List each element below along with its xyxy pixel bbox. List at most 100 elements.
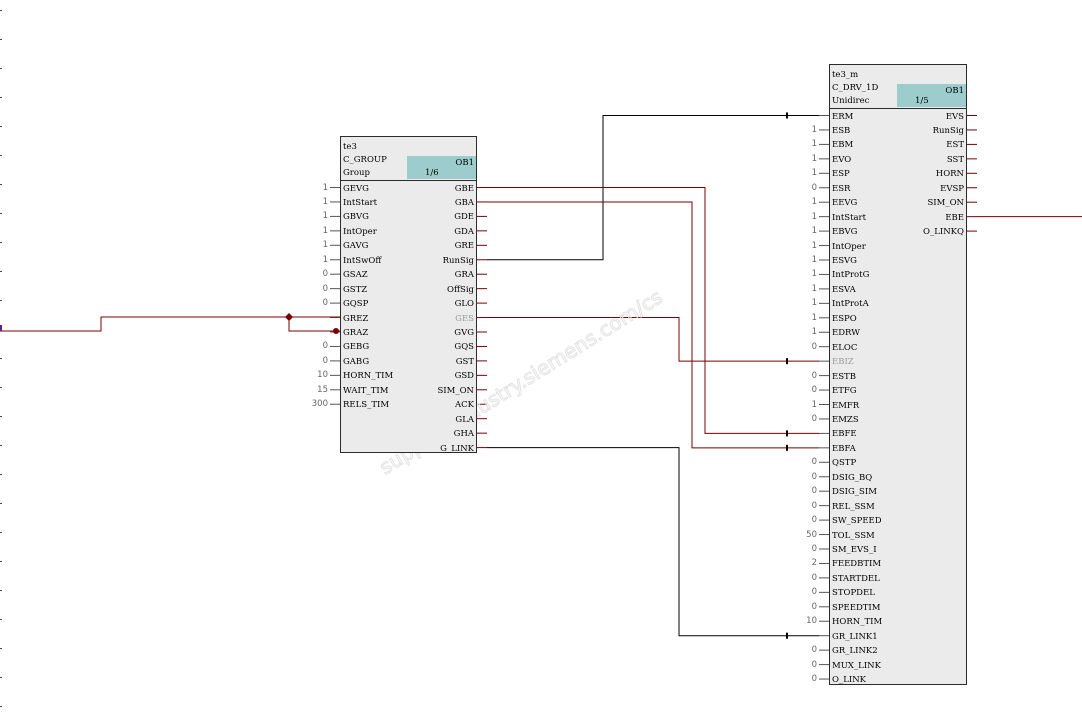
function-block-te3[interactable]: te3 C_GROUP Group OB1 1/6 GEVG IntStart GB… [340,136,477,456]
input-pin-gstz[interactable]: GSTZ [343,283,367,297]
pin-value[interactable]: 1 [777,123,817,137]
input-pin-intprotg[interactable]: IntProtG [832,268,869,282]
input-pin-wait-tim[interactable]: WAIT_TIM [343,384,388,398]
output-pin-gra[interactable]: GRA [455,268,474,282]
input-pin-intoper[interactable]: IntOper [832,240,866,254]
input-pin-intprota[interactable]: IntProtA [832,297,869,311]
input-pin-gevg[interactable]: GEVG [343,182,369,196]
input-pin-ebfa[interactable]: EBFA [832,442,856,456]
pin-value[interactable]: 1 [777,253,817,267]
pin-value[interactable]: 0 [777,412,817,426]
output-pin-horn[interactable]: HORN [936,167,964,181]
pin-value[interactable]: 1 [288,195,328,209]
pin-value[interactable]: 1 [288,253,328,267]
input-pin-mux-link[interactable]: MUX_LINK [832,659,881,673]
pin-value[interactable]: 1 [288,181,328,195]
input-pin-erm[interactable]: ERM [832,110,853,124]
pin-value[interactable]: 0 [777,369,817,383]
input-pin-intstart[interactable]: IntStart [832,211,866,225]
output-pin-runsig[interactable]: RunSig [933,124,964,138]
pin-value[interactable]: 0 [777,484,817,498]
input-pin-graz[interactable]: GRAZ [343,326,368,340]
pin-value[interactable]: 50 [777,528,817,542]
input-pin-gsaz[interactable]: GSAZ [343,268,368,282]
input-pin-stopdel[interactable]: STOPDEL [832,586,875,600]
pin-value[interactable]: 0 [288,296,328,310]
input-pin-qstp[interactable]: QSTP [832,456,856,470]
output-pin-ebe[interactable]: EBE [945,211,964,225]
pin-value[interactable]: 300 [288,397,328,411]
pin-value[interactable]: 0 [288,282,328,296]
pin-value[interactable]: 10 [777,614,817,628]
output-pin-g-link[interactable]: G_LINK [440,442,474,456]
input-pin-dsig-bq[interactable]: DSIG_BQ [832,471,872,485]
input-pin-dsig-sim[interactable]: DSIG_SIM [832,485,877,499]
pin-value[interactable]: 1 [777,210,817,224]
pin-value[interactable]: 0 [288,354,328,368]
input-pin-intstart[interactable]: IntStart [343,196,377,210]
input-pin-gebg[interactable]: GEBG [343,340,369,354]
input-pin-espo[interactable]: ESPO [832,312,857,326]
input-pin-horn-tim[interactable]: HORN_TIM [832,615,882,629]
pin-value[interactable]: 0 [777,585,817,599]
input-pin-edrw[interactable]: EDRW [832,326,860,340]
output-pin-glo[interactable]: GLO [455,297,474,311]
input-pin-grez[interactable]: GREZ [343,312,368,326]
pin-value[interactable]: 1 [777,137,817,151]
input-pin-gr-link2[interactable]: GR_LINK2 [832,644,878,658]
pin-value[interactable]: 1 [777,325,817,339]
output-pin-gbe[interactable]: GBE [455,182,474,196]
output-pin-gda[interactable]: GDA [454,225,474,239]
input-pin-esr[interactable]: ESR [832,182,850,196]
input-pin-esp[interactable]: ESP [832,167,850,181]
pin-value[interactable]: 0 [777,181,817,195]
pin-value[interactable]: 1 [288,238,328,252]
output-pin-gvg[interactable]: GVG [454,326,474,340]
pin-value[interactable]: 0 [777,470,817,484]
output-pin-gsd[interactable]: GSD [455,369,474,383]
output-pin-offsig[interactable]: OffSig [447,283,474,297]
input-pin-rels-tim[interactable]: RELS_TIM [343,398,389,412]
input-pin-esb[interactable]: ESB [832,124,850,138]
runtime-group-field[interactable]: OB1 1/6 [407,156,476,179]
input-pin-gqsp[interactable]: GQSP [343,297,368,311]
input-pin-estb[interactable]: ESTB [832,370,856,384]
input-pin-esvg[interactable]: ESVG [832,254,857,268]
output-pin-gqs[interactable]: GQS [454,340,474,354]
pin-value[interactable]: 0 [777,672,817,686]
input-pin-sw-speed[interactable]: SW_SPEED [832,514,882,528]
output-pin-sim-on[interactable]: SIM_ON [927,196,964,210]
pin-value[interactable]: 0 [288,339,328,353]
input-pin-horn-tim[interactable]: HORN_TIM [343,369,393,383]
input-pin-intoper[interactable]: IntOper [343,225,377,239]
pin-value[interactable]: 0 [777,658,817,672]
input-pin-ebfe[interactable]: EBFE [832,427,857,441]
input-pin-eloc[interactable]: ELOC [832,341,857,355]
pin-value[interactable]: 1 [777,296,817,310]
output-pin-gre[interactable]: GRE [455,239,474,253]
pin-value[interactable]: 0 [777,499,817,513]
input-pin-speedtim[interactable]: SPEEDTIM [832,601,881,615]
output-pin-gla[interactable]: GLA [455,413,474,427]
input-pin-gavg[interactable]: GAVG [343,239,368,253]
input-pin-ebm[interactable]: EBM [832,138,853,152]
input-pin-eevg[interactable]: EEVG [832,196,857,210]
pin-value[interactable]: 15 [288,383,328,397]
output-pin-gha[interactable]: GHA [454,427,474,441]
input-pin-gr-link1[interactable]: GR_LINK1 [832,630,878,644]
pin-value[interactable]: 0 [777,383,817,397]
input-pin-ebiz[interactable]: EBIZ [832,355,854,369]
input-pin-intswoff[interactable]: IntSwOff [343,254,381,268]
pin-value[interactable]: 0 [288,267,328,281]
input-pin-gabg[interactable]: GABG [343,355,369,369]
pin-value[interactable]: 1 [288,209,328,223]
input-pin-sm-evs-i[interactable]: SM_EVS_I [832,543,877,557]
pin-value[interactable]: 0 [777,571,817,585]
pin-value[interactable]: 1 [777,152,817,166]
pin-value[interactable]: 0 [777,455,817,469]
output-pin-o-linkq[interactable]: O_LINKQ [923,225,964,239]
pin-value[interactable]: 1 [777,239,817,253]
pin-value[interactable]: 1 [777,267,817,281]
pin-value[interactable]: 1 [777,195,817,209]
pin-value[interactable]: 0 [777,542,817,556]
